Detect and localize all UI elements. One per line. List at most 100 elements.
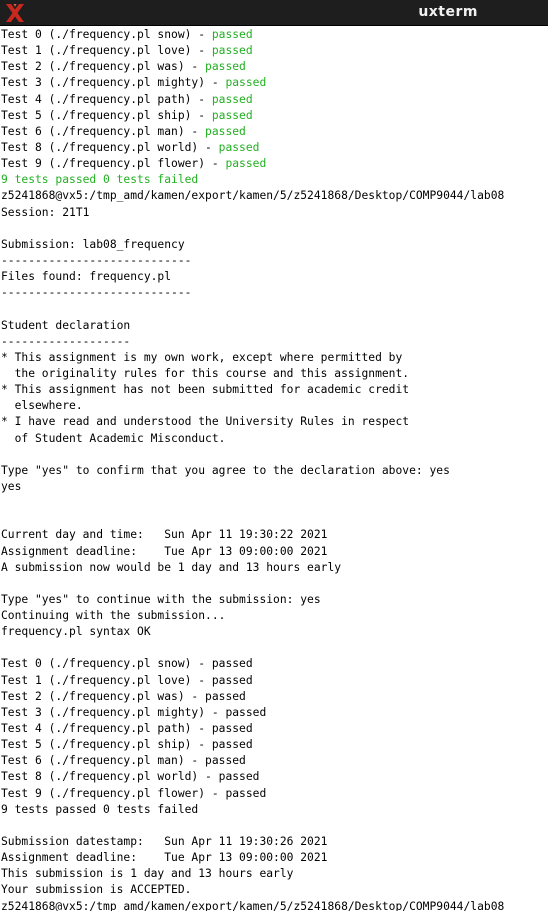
- terminal-line-text: -------------------: [1, 334, 131, 348]
- terminal-line-text: * This assignment has not been submitted…: [1, 383, 410, 397]
- terminal-line-text: Test 5 (./frequency.pl ship) -: [1, 108, 212, 122]
- terminal-line-text: Type "yes" to continue with the submissi…: [1, 592, 321, 606]
- test-status: passed: [225, 76, 267, 90]
- terminal-line-text: Student declaration: [1, 318, 131, 332]
- terminal-line-text: [1, 448, 8, 461]
- terminal-line: Test 0 (./frequency.pl snow) - passed: [1, 27, 548, 43]
- terminal-line-text: Type "yes" to confirm that you agree to …: [1, 463, 450, 477]
- uxterm-window: uxterm Test 0 (./frequency.pl snow) - pa…: [0, 0, 548, 911]
- terminal-line-text: [1, 496, 8, 509]
- terminal-line: z5241868@vx5:/tmp_amd/kamen/export/kamen…: [1, 188, 548, 204]
- terminal-line: ----------------------------: [1, 253, 548, 269]
- terminal-line-text: of Student Academic Misconduct.: [1, 431, 226, 445]
- terminal-line-text: Test 4 (./frequency.pl path) - passed: [1, 722, 253, 736]
- terminal-line: Assignment deadline: Tue Apr 13 09:00:00…: [1, 544, 548, 560]
- terminal-line-text: A submission now would be 1 day and 13 h…: [1, 560, 342, 574]
- terminal-line-text: 9 tests passed 0 tests failed: [1, 802, 199, 816]
- terminal-line: Files found: frequency.pl: [1, 269, 548, 285]
- terminal-line-text: [1, 641, 8, 654]
- terminal-line: Your submission is ACCEPTED.: [1, 882, 548, 898]
- terminal-line: 9 tests passed 0 tests failed: [1, 172, 548, 188]
- terminal-line-text: Test 9 (./frequency.pl flower) -: [1, 157, 226, 171]
- test-status: passed: [211, 92, 253, 106]
- terminal-line: Test 4 (./frequency.pl path) - passed: [1, 721, 548, 737]
- terminal-line: A submission now would be 1 day and 13 h…: [1, 560, 548, 576]
- terminal-line-text: [1, 512, 8, 525]
- terminal-line: [1, 495, 548, 511]
- terminal-line-text: Test 2 (./frequency.pl was) -: [1, 60, 206, 74]
- test-status: passed: [205, 60, 246, 74]
- terminal-line-text: Test 3 (./frequency.pl mighty) - passed: [1, 705, 267, 719]
- terminal-line-text: Session: 21T1: [1, 205, 90, 219]
- terminal-line-text: ----------------------------: [1, 286, 192, 300]
- terminal-line: Test 2 (./frequency.pl was) - passed: [1, 689, 548, 705]
- terminal-line-text: [1, 302, 8, 315]
- test-status: passed: [205, 124, 246, 138]
- terminal-line: [1, 576, 548, 592]
- terminal-line: Test 1 (./frequency.pl love) - passed: [1, 673, 548, 689]
- terminal-line: Test 8 (./frequency.pl world) - passed: [1, 140, 548, 156]
- terminal-line: of Student Academic Misconduct.: [1, 431, 548, 447]
- terminal-line: Test 2 (./frequency.pl was) - passed: [1, 59, 548, 75]
- terminal-line: Continuing with the submission...: [1, 608, 548, 624]
- terminal-line-text: Assignment deadline: Tue Apr 13 09:00:00…: [1, 851, 328, 865]
- terminal-line-text: Submission datestamp: Sun Apr 11 19:30:2…: [1, 835, 328, 849]
- terminal-line: Test 6 (./frequency.pl man) - passed: [1, 753, 548, 769]
- terminal-line-text: Test 6 (./frequency.pl man) -: [1, 124, 206, 138]
- terminal-line-text: Assignment deadline: Tue Apr 13 09:00:00…: [1, 544, 328, 558]
- terminal-line-text: Your submission is ACCEPTED.: [1, 883, 192, 897]
- terminal-line: the originality rules for this course an…: [1, 366, 548, 382]
- terminal-line-text: * I have read and understood the Univers…: [1, 415, 410, 429]
- terminal-line-text: Current day and time: Sun Apr 11 19:30:2…: [1, 528, 328, 542]
- terminal-line: * This assignment is my own work, except…: [1, 350, 548, 366]
- terminal-line: ----------------------------: [1, 285, 548, 301]
- terminal-line-text: elsewhere.: [1, 399, 83, 413]
- terminal-line: Submission: lab08_frequency: [1, 237, 548, 253]
- terminal-line-text: Test 2 (./frequency.pl was) - passed: [1, 689, 246, 703]
- terminal-line: Type "yes" to confirm that you agree to …: [1, 463, 548, 479]
- terminal-line: Test 9 (./frequency.pl flower) - passed: [1, 156, 548, 172]
- test-status: passed: [211, 28, 253, 41]
- terminal-line: [1, 640, 548, 656]
- terminal-line: [1, 447, 548, 463]
- terminal-line: Test 6 (./frequency.pl man) - passed: [1, 124, 548, 140]
- terminal-line: Test 5 (./frequency.pl ship) - passed: [1, 108, 548, 124]
- window-title: uxterm: [418, 4, 478, 20]
- terminal-line-text: z5241868@vx5:/tmp_amd/kamen/export/kamen…: [1, 189, 505, 203]
- terminal-line: Test 3 (./frequency.pl mighty) - passed: [1, 75, 548, 91]
- terminal-line: This submission is 1 day and 13 hours ea…: [1, 866, 548, 882]
- terminal-line-text: [1, 819, 8, 832]
- terminal-line: yes: [1, 479, 548, 495]
- test-status: passed: [211, 44, 253, 58]
- terminal-line-text: Test 0 (./frequency.pl snow) -: [1, 28, 212, 41]
- terminal-line-text: Test 5 (./frequency.pl ship) - passed: [1, 738, 253, 752]
- terminal-output[interactable]: Test 0 (./frequency.pl snow) - passed Tes…: [0, 26, 548, 911]
- test-status: passed: [225, 157, 267, 171]
- terminal-line-text: Test 4 (./frequency.pl path) -: [1, 92, 212, 106]
- terminal-line: Session: 21T1: [1, 205, 548, 221]
- terminal-line-text: [1, 577, 8, 590]
- title-bar[interactable]: uxterm: [0, 0, 548, 26]
- terminal-line-text: Test 3 (./frequency.pl mighty) -: [1, 76, 226, 90]
- terminal-line: Test 1 (./frequency.pl love) - passed: [1, 43, 548, 59]
- terminal-line: -------------------: [1, 334, 548, 350]
- terminal-line: Current day and time: Sun Apr 11 19:30:2…: [1, 527, 548, 543]
- terminal-line-text: frequency.pl syntax OK: [1, 625, 151, 639]
- terminal-line: [1, 818, 548, 834]
- terminal-line: [1, 221, 548, 237]
- terminal-line: [1, 511, 548, 527]
- test-status: passed: [218, 140, 260, 154]
- terminal-line: frequency.pl syntax OK: [1, 624, 548, 640]
- terminal-line: Test 5 (./frequency.pl ship) - passed: [1, 737, 548, 753]
- terminal-line-text: z5241868@vx5:/tmp_amd/kamen/export/kamen…: [1, 899, 505, 911]
- terminal-line-text: Files found: frequency.pl: [1, 270, 172, 284]
- terminal-line: Student declaration: [1, 318, 548, 334]
- terminal-line-text: ----------------------------: [1, 253, 192, 267]
- terminal-line-text: the originality rules for this course an…: [1, 366, 410, 380]
- terminal-line-text: This submission is 1 day and 13 hours ea…: [1, 867, 294, 881]
- terminal-line: Test 4 (./frequency.pl path) - passed: [1, 92, 548, 108]
- terminal-line: Test 9 (./frequency.pl flower) - passed: [1, 786, 548, 802]
- x-logo-icon[interactable]: [4, 3, 26, 23]
- terminal-line-text: Test 8 (./frequency.pl world) -: [1, 140, 219, 154]
- terminal-line-text: Test 8 (./frequency.pl world) - passed: [1, 770, 260, 784]
